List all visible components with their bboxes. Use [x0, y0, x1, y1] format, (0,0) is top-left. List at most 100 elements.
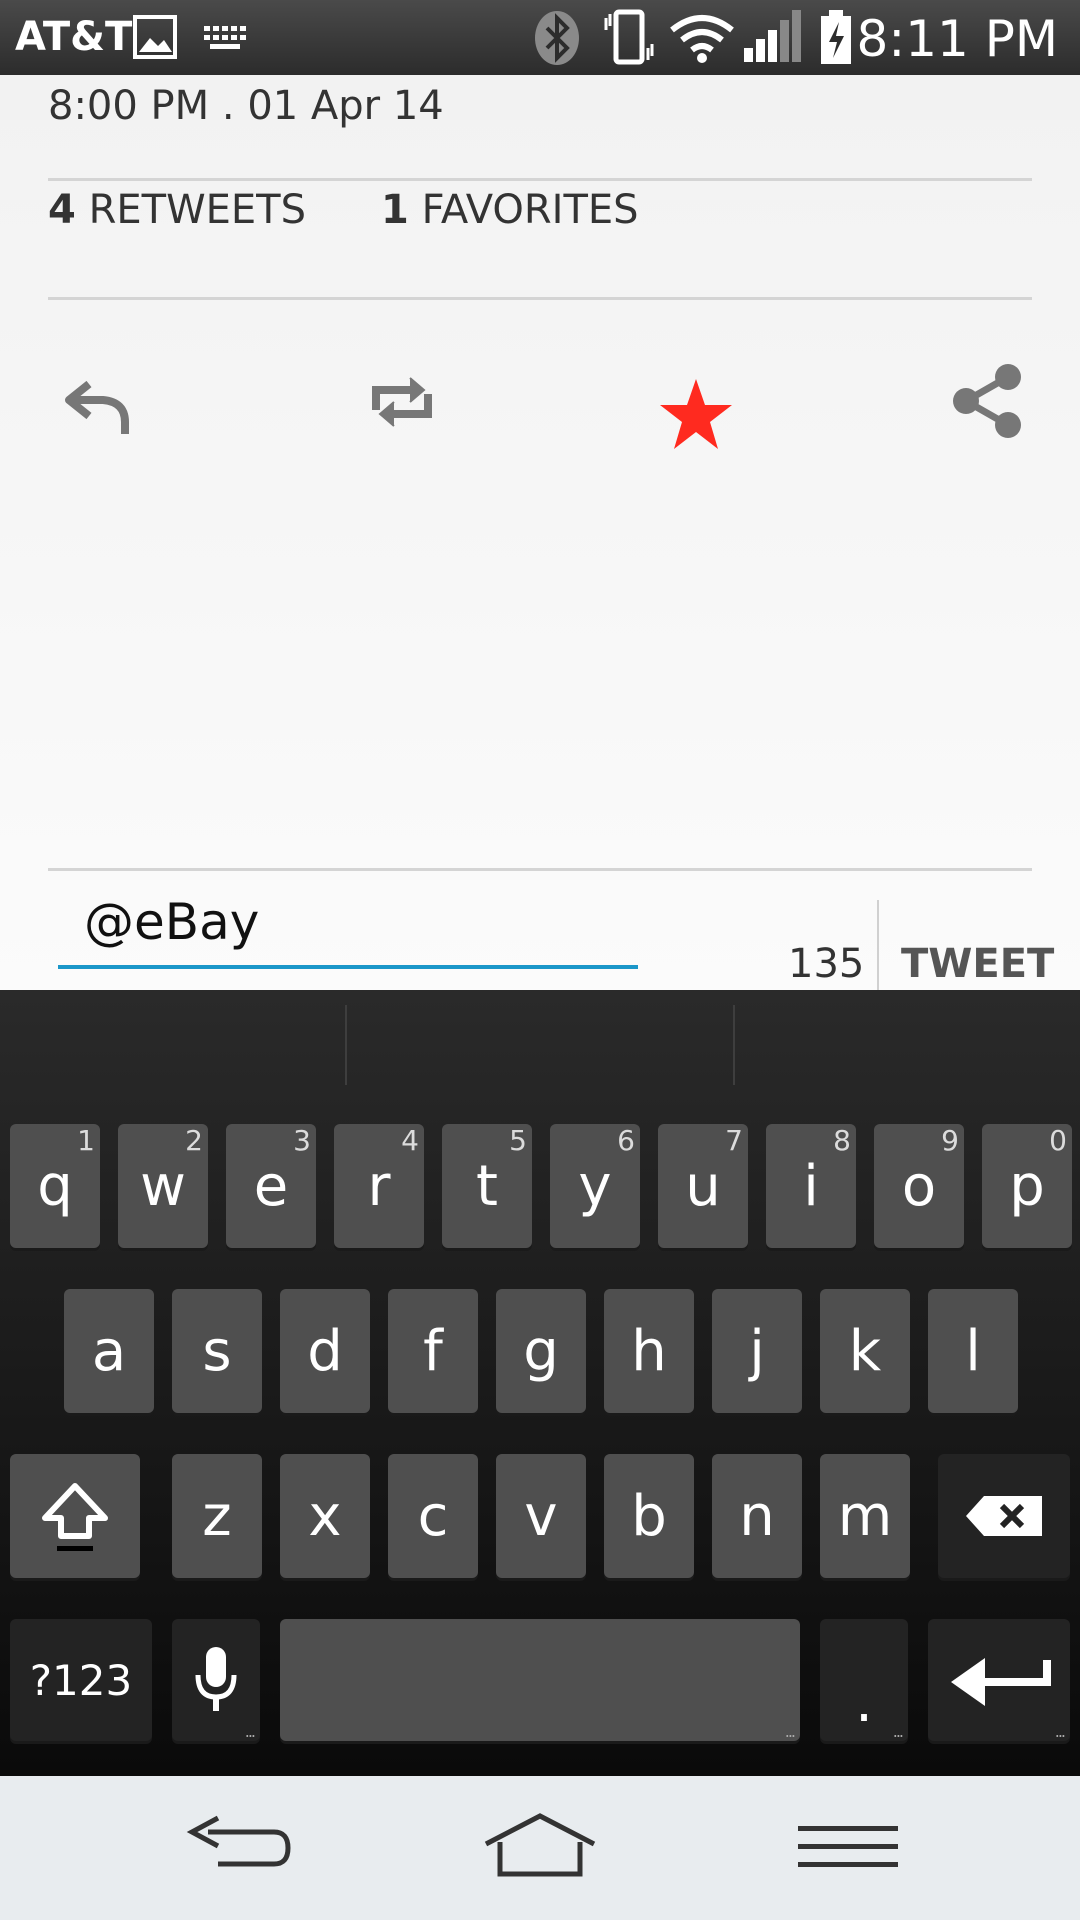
- keyboard-icon: [204, 26, 246, 49]
- bluetooth-icon: [535, 11, 579, 65]
- key-x[interactable]: x: [280, 1454, 370, 1578]
- key-t[interactable]: t5: [442, 1124, 532, 1248]
- tweet-detail: 8:00 PM . 01 Apr 14 4 RETWEETS 1 FAVORIT…: [0, 75, 1080, 990]
- key-label: c: [417, 1483, 449, 1549]
- backspace-key[interactable]: [938, 1454, 1070, 1578]
- key-s[interactable]: s: [172, 1289, 262, 1413]
- key-o[interactable]: o9: [874, 1124, 964, 1248]
- carrier-label: AT&T: [15, 14, 133, 60]
- key-g[interactable]: g: [496, 1289, 586, 1413]
- key-label: e: [253, 1153, 289, 1219]
- voice-input-key[interactable]: ...: [172, 1619, 260, 1741]
- key-z[interactable]: z: [172, 1454, 262, 1578]
- divider: [48, 297, 1032, 300]
- key-c[interactable]: c: [388, 1454, 478, 1578]
- key-hint: 7: [725, 1124, 743, 1157]
- key-hint: 1: [77, 1124, 95, 1157]
- key-f[interactable]: f: [388, 1289, 478, 1413]
- retweets-label: RETWEETS: [88, 187, 306, 233]
- menu-icon[interactable]: [788, 1808, 908, 1888]
- key-l[interactable]: l: [928, 1289, 1018, 1413]
- key-a[interactable]: a: [64, 1289, 154, 1413]
- tweet-button[interactable]: TWEET: [901, 941, 1054, 987]
- backspace-icon: [966, 1496, 1042, 1536]
- soft-keyboard: q1w2e3r4t5y6u7i8o9p0asdfghjklzxcvbnm ?12…: [0, 990, 1080, 1776]
- reply-icon[interactable]: [55, 362, 135, 442]
- key-label: d: [307, 1318, 343, 1384]
- status-clock: 8:11 PM: [856, 10, 1058, 68]
- space-key[interactable]: ...: [280, 1619, 800, 1741]
- retweets-stat[interactable]: 4 RETWEETS: [48, 187, 306, 233]
- favorites-stat[interactable]: 1 FAVORITES: [381, 187, 639, 233]
- key-w[interactable]: w2: [118, 1124, 208, 1248]
- key-q[interactable]: q1: [10, 1124, 100, 1248]
- enter-key[interactable]: ...: [928, 1619, 1070, 1741]
- key-hint: 0: [1049, 1124, 1067, 1157]
- key-label: t: [476, 1153, 498, 1219]
- retweets-count: 4: [48, 187, 76, 233]
- signal-icon: [744, 10, 801, 62]
- key-u[interactable]: u7: [658, 1124, 748, 1248]
- key-label: j: [749, 1318, 765, 1384]
- char-count: 135: [788, 941, 865, 987]
- period-key[interactable]: . ...: [820, 1619, 908, 1741]
- key-hint: 8: [833, 1124, 851, 1157]
- key-label: i: [803, 1153, 819, 1219]
- key-d[interactable]: d: [280, 1289, 370, 1413]
- key-label: l: [965, 1318, 981, 1384]
- symbols-key[interactable]: ?123: [10, 1619, 152, 1741]
- key-label: u: [685, 1153, 721, 1219]
- image-icon: [133, 15, 177, 59]
- vertical-divider: [877, 900, 879, 990]
- key-label: n: [739, 1483, 775, 1549]
- key-h[interactable]: h: [604, 1289, 694, 1413]
- key-hint: 2: [185, 1124, 203, 1157]
- key-e[interactable]: e3: [226, 1124, 316, 1248]
- key-n[interactable]: n: [712, 1454, 802, 1578]
- key-hint: 4: [401, 1124, 419, 1157]
- battery-charging-icon: [821, 10, 851, 64]
- key-label: m: [837, 1483, 893, 1549]
- back-icon[interactable]: [178, 1808, 298, 1888]
- key-m[interactable]: m: [820, 1454, 910, 1578]
- key-b[interactable]: b: [604, 1454, 694, 1578]
- key-j[interactable]: j: [712, 1289, 802, 1413]
- retweet-icon[interactable]: [362, 362, 442, 442]
- key-i[interactable]: i8: [766, 1124, 856, 1248]
- shift-icon: [42, 1483, 108, 1551]
- key-label: s: [202, 1318, 232, 1384]
- key-r[interactable]: r4: [334, 1124, 424, 1248]
- favorite-star-icon[interactable]: [656, 375, 736, 455]
- key-label: o: [901, 1153, 937, 1219]
- key-label: a: [91, 1318, 127, 1384]
- divider: [48, 868, 1032, 871]
- key-label: q: [37, 1153, 73, 1219]
- status-bar: AT&T 8:11 PM: [0, 0, 1080, 75]
- reply-input[interactable]: @eBay: [84, 893, 259, 951]
- key-label: z: [202, 1483, 232, 1549]
- favorites-label: FAVORITES: [421, 187, 639, 233]
- tweet-timestamp: 8:00 PM . 01 Apr 14: [48, 83, 444, 129]
- enter-icon: [951, 1658, 1051, 1706]
- suggestion-divider: [345, 1005, 347, 1085]
- key-p[interactable]: p0: [982, 1124, 1072, 1248]
- key-k[interactable]: k: [820, 1289, 910, 1413]
- key-more-dots: ...: [244, 1722, 256, 1741]
- share-icon[interactable]: [948, 361, 1028, 441]
- key-y[interactable]: y6: [550, 1124, 640, 1248]
- key-hint: 9: [941, 1124, 959, 1157]
- suggestion-divider: [733, 1005, 735, 1085]
- vibrate-icon: [604, 9, 654, 65]
- key-label: v: [524, 1483, 558, 1549]
- navigation-bar: [0, 1776, 1080, 1920]
- key-hint: 6: [617, 1124, 635, 1157]
- period-key-label: .: [855, 1669, 873, 1735]
- key-hint: 3: [293, 1124, 311, 1157]
- key-more-dots: ...: [892, 1722, 904, 1741]
- shift-key[interactable]: [10, 1454, 140, 1578]
- home-icon[interactable]: [480, 1808, 600, 1888]
- key-label: k: [848, 1318, 882, 1384]
- wifi-icon: [670, 15, 734, 63]
- key-v[interactable]: v: [496, 1454, 586, 1578]
- favorites-count: 1: [381, 187, 409, 233]
